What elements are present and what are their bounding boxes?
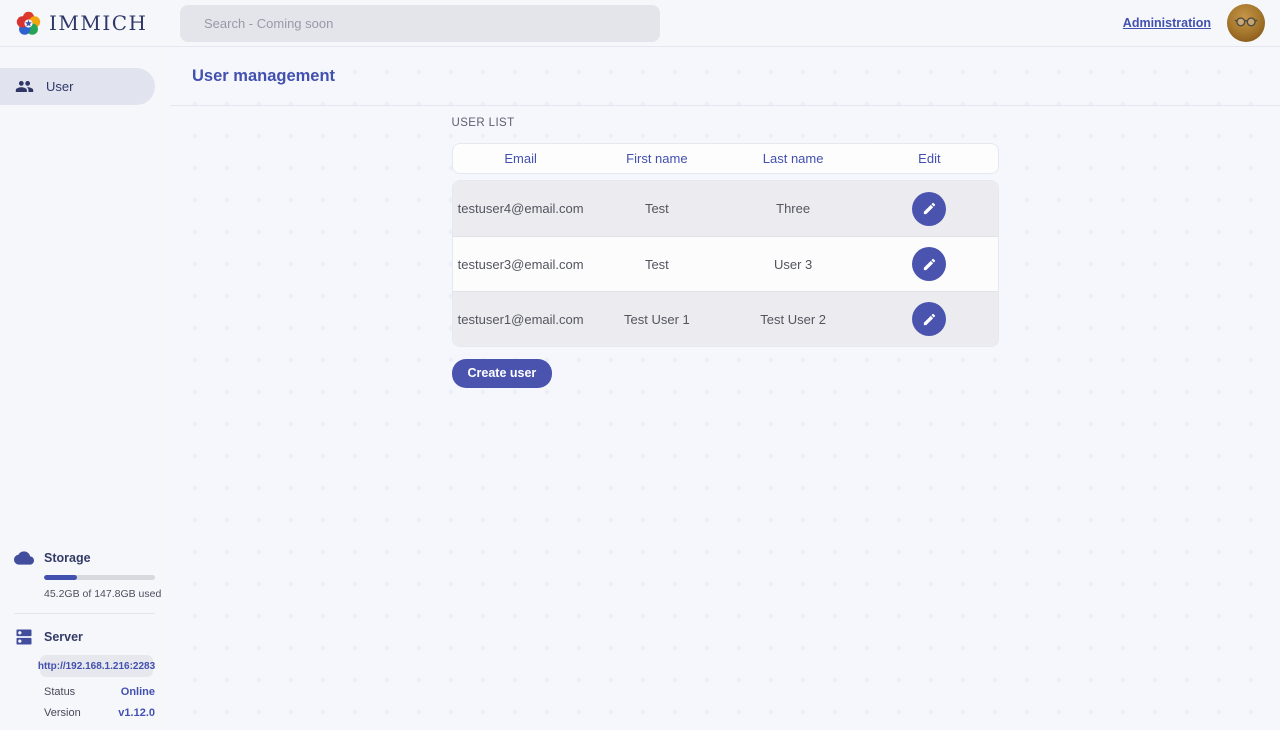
top-bar: IMMICH Administration <box>0 0 1280 47</box>
server-version-row: Version v1.12.0 <box>44 707 155 719</box>
glasses-avatar-image <box>1233 10 1259 36</box>
cell-first-name: Test User 1 <box>589 312 725 327</box>
page-header: User management <box>170 47 1280 106</box>
column-header-last-name: Last name <box>725 151 861 166</box>
cloud-icon <box>14 548 34 568</box>
column-header-email: Email <box>453 151 589 166</box>
table-body: testuser4@email.com Test Three testuser3… <box>452 180 999 347</box>
administration-link[interactable]: Administration <box>1123 16 1211 30</box>
cell-last-name: Three <box>725 201 861 216</box>
cell-email: testuser1@email.com <box>453 312 589 327</box>
dns-server-icon <box>14 627 34 647</box>
server-section-header: Server <box>0 627 170 647</box>
edit-user-button[interactable] <box>912 247 946 281</box>
column-header-first-name: First name <box>589 151 725 166</box>
search-bar[interactable] <box>180 5 660 42</box>
version-label: Version <box>44 707 81 719</box>
sidebar-item-user[interactable]: User <box>0 68 155 105</box>
user-avatar[interactable] <box>1227 4 1265 42</box>
table-header-row: Email First name Last name Edit <box>452 143 999 174</box>
cell-last-name: User 3 <box>725 257 861 272</box>
pencil-icon <box>922 312 937 327</box>
storage-progress-bar <box>44 575 155 580</box>
table-row: testuser3@email.com Test User 3 <box>453 236 998 291</box>
cell-last-name: Test User 2 <box>725 312 861 327</box>
footer-divider <box>14 613 155 614</box>
table-row: testuser1@email.com Test User 1 Test Use… <box>453 291 998 346</box>
users-icon <box>15 77 34 96</box>
storage-section-header: Storage <box>0 548 170 568</box>
pencil-icon <box>922 257 937 272</box>
cell-email: testuser4@email.com <box>453 201 589 216</box>
topbar-right: Administration <box>1123 4 1280 42</box>
section-label: USER LIST <box>452 117 999 129</box>
cell-first-name: Test <box>589 257 725 272</box>
sidebar-footer: Storage 45.2GB of 147.8GB used Server ht… <box>0 548 170 719</box>
version-value: v1.12.0 <box>118 707 155 719</box>
cell-email: testuser3@email.com <box>453 257 589 272</box>
user-list-section: USER LIST Email First name Last name Edi… <box>452 106 999 388</box>
status-value: Online <box>121 686 155 698</box>
edit-user-button[interactable] <box>912 192 946 226</box>
storage-title: Storage <box>44 551 91 565</box>
app-title: IMMICH <box>49 11 148 35</box>
sidebar-item-label: User <box>46 79 73 94</box>
create-user-button[interactable]: Create user <box>452 359 553 388</box>
table-row: testuser4@email.com Test Three <box>453 181 998 236</box>
edit-user-button[interactable] <box>912 302 946 336</box>
server-title: Server <box>44 630 83 644</box>
sidebar: User Storage 45.2GB of 147.8GB used Serv… <box>0 47 170 730</box>
page-title: User management <box>192 67 335 86</box>
main-content: User management USER LIST Email First na… <box>170 47 1280 730</box>
storage-progress-fill <box>44 575 77 580</box>
cell-first-name: Test <box>589 201 725 216</box>
pencil-icon <box>922 201 937 216</box>
server-status-row: Status Online <box>44 686 155 698</box>
app-logo[interactable]: IMMICH <box>15 10 148 37</box>
server-url: http://192.168.1.216:2283 <box>40 655 153 677</box>
immich-logo-icon <box>15 10 42 37</box>
status-label: Status <box>44 686 75 698</box>
storage-usage-text: 45.2GB of 147.8GB used <box>44 588 170 600</box>
search-input[interactable] <box>180 5 660 42</box>
column-header-edit: Edit <box>861 151 997 166</box>
